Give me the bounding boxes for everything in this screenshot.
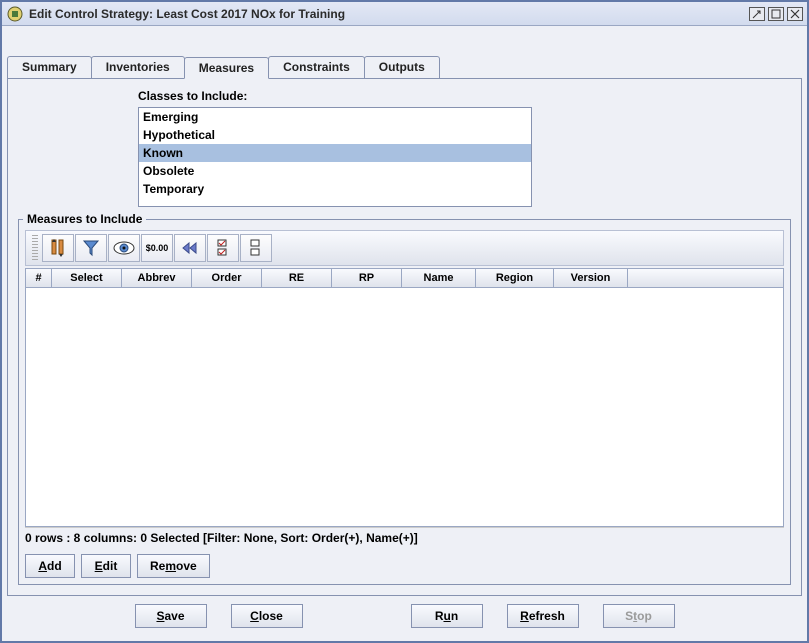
class-item[interactable]: Known bbox=[139, 144, 531, 162]
format-label: $0.00 bbox=[146, 243, 169, 253]
run-button[interactable]: Run bbox=[411, 604, 483, 628]
class-item[interactable]: Hypothetical bbox=[139, 126, 531, 144]
save-button[interactable]: Save bbox=[135, 604, 207, 628]
tab-summary[interactable]: Summary bbox=[7, 56, 92, 78]
tab-panel: Classes to Include: Emerging Hypothetica… bbox=[7, 78, 802, 596]
window-title: Edit Control Strategy: Least Cost 2017 N… bbox=[29, 7, 345, 21]
close-window-icon[interactable] bbox=[787, 7, 803, 21]
col-rp[interactable]: RP bbox=[332, 269, 402, 287]
class-item[interactable]: Obsolete bbox=[139, 162, 531, 180]
select-all-icon[interactable] bbox=[207, 234, 239, 262]
add-button[interactable]: Add bbox=[25, 554, 75, 578]
measures-fieldset: Measures to Include bbox=[18, 219, 791, 585]
col-re[interactable]: RE bbox=[262, 269, 332, 287]
classes-label: Classes to Include: bbox=[138, 89, 791, 103]
tabs-row: Summary Inventories Measures Constraints… bbox=[7, 56, 802, 78]
tab-inventories[interactable]: Inventories bbox=[91, 56, 185, 78]
deselect-all-icon[interactable] bbox=[240, 234, 272, 262]
col-version[interactable]: Version bbox=[554, 269, 628, 287]
window-frame: Edit Control Strategy: Least Cost 2017 N… bbox=[0, 0, 809, 643]
classes-list[interactable]: Emerging Hypothetical Known Obsolete Tem… bbox=[138, 107, 532, 207]
col-name[interactable]: Name bbox=[402, 269, 476, 287]
col-region[interactable]: Region bbox=[476, 269, 554, 287]
class-item[interactable]: Temporary bbox=[139, 180, 531, 198]
maximize-window-icon[interactable] bbox=[768, 7, 784, 21]
format-icon[interactable]: $0.00 bbox=[141, 234, 173, 262]
col-order[interactable]: Order bbox=[192, 269, 262, 287]
bottom-bar: Save Close Run Refresh Stop bbox=[7, 596, 802, 636]
col-select[interactable]: Select bbox=[52, 269, 122, 287]
tab-constraints[interactable]: Constraints bbox=[268, 56, 365, 78]
titlebar: Edit Control Strategy: Least Cost 2017 N… bbox=[2, 2, 807, 26]
toolbar-handle[interactable] bbox=[32, 235, 38, 261]
crud-row: Add Edit Remove bbox=[25, 554, 784, 578]
sort-icon[interactable] bbox=[42, 234, 74, 262]
col-abbrev[interactable]: Abbrev bbox=[122, 269, 192, 287]
reset-icon[interactable] bbox=[174, 234, 206, 262]
stop-button: Stop bbox=[603, 604, 675, 628]
col-number[interactable]: # bbox=[26, 269, 52, 287]
content-area: Summary Inventories Measures Constraints… bbox=[2, 26, 807, 641]
refresh-button[interactable]: Refresh bbox=[507, 604, 579, 628]
edit-button[interactable]: Edit bbox=[81, 554, 131, 578]
filter-icon[interactable] bbox=[75, 234, 107, 262]
detach-window-icon[interactable] bbox=[749, 7, 765, 21]
measures-legend: Measures to Include bbox=[23, 212, 146, 226]
view-icon[interactable] bbox=[108, 234, 140, 262]
table-header: # Select Abbrev Order RE RP Name Region … bbox=[25, 268, 784, 288]
table-body[interactable] bbox=[25, 288, 784, 527]
remove-button[interactable]: Remove bbox=[137, 554, 210, 578]
class-item[interactable]: Emerging bbox=[139, 108, 531, 126]
close-button[interactable]: Close bbox=[231, 604, 303, 628]
table-status: 0 rows : 8 columns: 0 Selected [Filter: … bbox=[25, 527, 784, 548]
app-icon bbox=[6, 5, 24, 23]
tab-outputs[interactable]: Outputs bbox=[364, 56, 440, 78]
tab-measures[interactable]: Measures bbox=[184, 57, 269, 79]
measures-toolbar: $0.00 bbox=[25, 230, 784, 266]
